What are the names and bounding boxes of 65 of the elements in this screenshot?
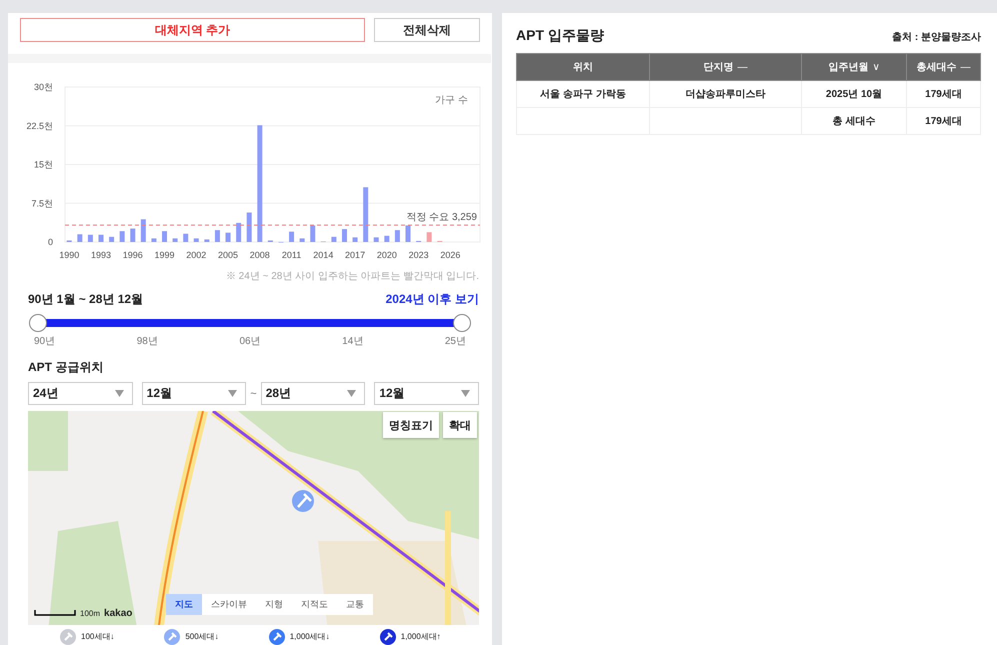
x-tick-label: 2011	[282, 250, 302, 260]
action-button[interactable]: 대체지역 추가	[20, 18, 365, 42]
scale-label: 100m	[80, 608, 100, 618]
slider-tick-label: 25년	[444, 335, 466, 348]
legend-label: 1,000세대↓	[290, 631, 330, 642]
x-tick-label: 1990	[59, 250, 80, 260]
panel-title: APT 입주물량	[516, 27, 604, 45]
y-tick-label: 15천	[34, 159, 53, 170]
x-tick-label: 2005	[218, 250, 238, 260]
slider-tick-label: 98년	[136, 335, 158, 348]
y-tick-label: 7.5천	[31, 198, 53, 208]
legend-label: 1,000세대↑	[400, 631, 441, 642]
map-button[interactable]: 명칭표기	[383, 412, 439, 438]
table-cell: 2025년 10월	[802, 80, 906, 108]
action-button[interactable]: 전체삭제	[374, 18, 480, 42]
column-header[interactable]: 단지명 —	[650, 54, 802, 80]
table-cell: 서울 송파구 가락동	[516, 80, 650, 108]
dropdown[interactable]: 28년	[260, 382, 366, 406]
slider-tick-label: 14년	[342, 335, 364, 348]
period-label: 90년 1월 ~ 28년 12월	[28, 290, 144, 308]
x-tick-label: 2023	[408, 250, 429, 260]
dropdown[interactable]: 24년	[28, 382, 133, 406]
x-tick-label: 1999	[154, 250, 175, 260]
legend-label: 500세대↓	[185, 631, 219, 642]
dropdown[interactable]: 12월	[374, 382, 479, 406]
dropdown-caret-icon	[347, 390, 356, 398]
y-tick-label: 0	[48, 236, 53, 247]
total-value: 179세대	[906, 108, 980, 134]
scale-bar-icon	[34, 610, 76, 616]
dropdown-caret-icon	[228, 390, 238, 398]
total-label: 총 세대수	[802, 108, 906, 134]
slider-handle[interactable]	[453, 314, 471, 332]
table-cell: 179세대	[906, 80, 980, 108]
x-tick-label: 1996	[122, 250, 143, 260]
slider-tick-label: 06년	[239, 335, 261, 348]
x-tick-label: 1993	[90, 250, 111, 260]
column-header[interactable]: 위치	[516, 54, 650, 80]
x-tick-label: 2002	[186, 250, 206, 260]
chart-note: ※ 24년 ~ 28년 사이 입주하는 아파트는 빨간막대 입니다.	[226, 270, 479, 283]
dropdown[interactable]: 12월	[142, 382, 246, 406]
source-label: 출처 : 분양물량조사	[892, 31, 981, 44]
column-header[interactable]: 총세대수 —	[906, 54, 980, 80]
x-tick-label: 2026	[440, 250, 460, 260]
x-tick-label: 2017	[345, 250, 366, 260]
table-cell: 더샵송파루미스타	[650, 80, 802, 108]
column-header[interactable]: 입주년월 ∨	[802, 54, 906, 80]
x-tick-label: 2020	[376, 250, 397, 260]
section-title: APT 공급위치	[27, 359, 104, 376]
axis-label: 가구 수	[435, 94, 468, 106]
x-tick-label: 2014	[313, 250, 334, 260]
range-separator: ~	[250, 388, 257, 400]
legend-label: 100세대↓	[81, 631, 114, 642]
slider-handle[interactable]	[29, 314, 47, 332]
y-tick-label: 30천	[34, 82, 53, 92]
x-tick-label: 2008	[250, 250, 270, 260]
y-tick-label: 22.5천	[26, 120, 53, 130]
dropdown-caret-icon	[114, 390, 124, 398]
map-logo: kakao	[104, 608, 132, 619]
period-slider[interactable]	[28, 314, 472, 332]
after-2024-link[interactable]: 2024년 이후 보기	[386, 290, 479, 308]
slider-tick-label: 90년	[34, 335, 56, 348]
dropdown-caret-icon	[461, 390, 470, 398]
threshold-label: 적정 수요 3,259	[406, 212, 477, 223]
map-type-tab[interactable]: 지도	[166, 594, 202, 615]
map-button[interactable]: 확대	[443, 412, 477, 438]
